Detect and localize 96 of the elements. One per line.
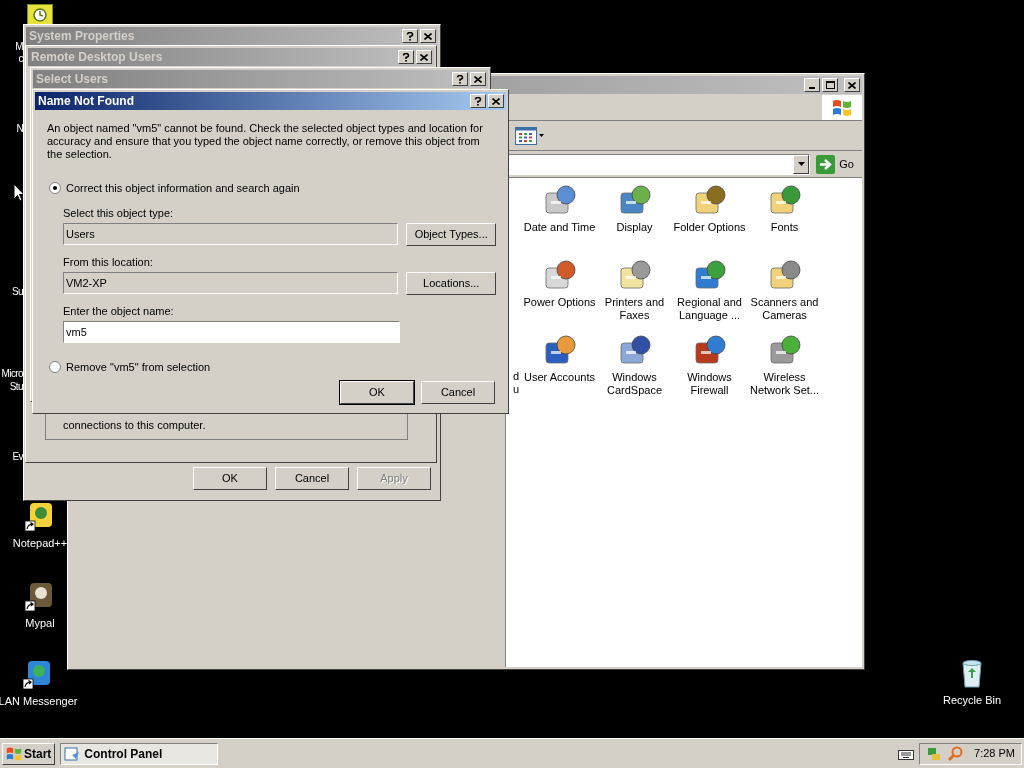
applet-item[interactable]: Scanners and Cameras (747, 258, 822, 333)
help-icon[interactable] (470, 94, 486, 108)
message-text: An object named "vm5" cannot be found. Check the selected object types and location for accuracy and ensure that you typed the object name correctly, or remove this object from the selection. (47, 122, 484, 161)
applet-icon (617, 183, 652, 217)
close-icon[interactable] (488, 94, 504, 108)
dropdown-icon[interactable] (793, 154, 810, 174)
windows-logo-icon (6, 745, 22, 762)
item-label: Windows Firewall (686, 371, 733, 397)
applet-item[interactable]: Display (597, 183, 672, 258)
item-label: Power Options (522, 296, 597, 309)
maximize-icon[interactable] (822, 78, 838, 92)
applet-icon (617, 258, 652, 292)
applet-icon (767, 183, 802, 217)
grid-view-icon (515, 126, 537, 145)
field-label: Select this object type: (63, 206, 175, 220)
close-icon[interactable] (416, 50, 432, 64)
minimize-icon[interactable] (804, 78, 820, 92)
applet-item[interactable]: User Accounts (522, 333, 597, 408)
dialog-button[interactable]: Locations... (406, 271, 496, 295)
desktop-icon-label: N (16, 122, 23, 136)
text-field[interactable]: Users (63, 223, 399, 245)
applet-icon (542, 183, 577, 217)
applet-icon (692, 183, 727, 217)
radio-label[interactable]: Remove "vm5" from selection (66, 358, 211, 375)
close-icon[interactable] (420, 29, 436, 43)
dialog-button[interactable]: OK (193, 467, 267, 490)
applet-icon (542, 333, 577, 367)
views-button[interactable] (515, 126, 544, 145)
applet-icon (617, 333, 652, 367)
item-label: Fonts (769, 221, 800, 234)
radio-button[interactable] (49, 182, 61, 195)
desktop-icon-label: M (15, 40, 23, 54)
desktop-icon-label: Su (11, 285, 23, 299)
desktop-icon-label: Micro (1, 367, 23, 381)
applet-item[interactable]: Wireless Network Set... (747, 333, 822, 408)
item-label: u (512, 383, 519, 396)
item-label: User Accounts (523, 371, 596, 384)
dialog-button[interactable]: Cancel (275, 467, 349, 490)
applet-item[interactable]: Date and Time (522, 183, 597, 258)
applet-item[interactable]: Fonts (747, 183, 822, 258)
applet-item[interactable]: Regional and Language ... (672, 258, 747, 333)
window-icon (64, 745, 81, 762)
item-label: Printers and Faxes (603, 296, 666, 322)
taskbar-button[interactable]: Control Panel (60, 742, 219, 765)
applet-item[interactable]: Windows CardSpace (597, 333, 672, 408)
item-label: Folder Options (672, 221, 747, 234)
dialog-button[interactable]: Object Types... (406, 222, 496, 246)
item-label: Windows CardSpace (605, 371, 663, 397)
applet-item[interactable]: Folder Options (672, 183, 747, 258)
close-icon[interactable] (844, 78, 860, 92)
windows-logo-icon (832, 97, 852, 118)
dialog-button[interactable]: Cancel (421, 381, 495, 404)
desktop-icon-label[interactable]: Mypal (25, 615, 55, 632)
radio-button[interactable] (49, 360, 61, 373)
applet-item[interactable]: Windows Firewall (672, 333, 747, 408)
caret-icon (539, 134, 544, 137)
window-title: System Properties (29, 28, 135, 45)
applet-icon (767, 258, 802, 292)
item-label: Wireless Network Set... (748, 371, 821, 397)
desktop-icon-label: Stu (9, 380, 23, 394)
applet-icon (542, 258, 577, 292)
close-icon[interactable] (470, 72, 486, 86)
applet-item[interactable]: Printers and Faxes (597, 258, 672, 333)
group-text: connections to this computer. (63, 417, 206, 433)
field-label: Enter the object name: (63, 304, 175, 318)
desktop-icon-label[interactable]: Recycle Bin (942, 692, 1002, 709)
start-button[interactable]: Start (2, 742, 56, 765)
item-label: Display (615, 221, 654, 234)
window-title: Name Not Found (38, 93, 134, 110)
go-button[interactable]: Go (814, 154, 856, 174)
applet-icon (767, 333, 802, 367)
desktop-icon-label: Ev (12, 450, 23, 464)
window-title: Select Users (36, 71, 109, 88)
applet-item[interactable]: Power Options (522, 258, 597, 333)
keyboard-icon[interactable] (898, 747, 915, 760)
applet-icon (692, 258, 727, 292)
help-icon[interactable] (402, 29, 418, 43)
help-icon[interactable] (452, 72, 468, 86)
desktop-icon-label[interactable]: Notepad++ (12, 535, 68, 552)
item-label: Scanners and Cameras (749, 296, 820, 322)
desktop-icon-label: c (18, 52, 23, 66)
clock-text: 7:28 PM (974, 746, 1015, 762)
item-label: d (512, 370, 519, 383)
item-label: Date and Time (522, 221, 597, 234)
field-label: From this location: (63, 255, 154, 269)
text-field[interactable]: vm5 (63, 320, 400, 343)
dialog-button[interactable]: OK (340, 381, 414, 404)
help-icon[interactable] (398, 50, 414, 64)
applet-icon (692, 333, 727, 367)
text-field[interactable]: VM2-XP (63, 272, 399, 294)
desktop-icon-top[interactable] (27, 4, 53, 26)
radio-label[interactable]: Correct this object information and search again (66, 180, 300, 197)
desktop-icon-label[interactable]: LAN Messenger (0, 693, 78, 710)
clock-icon (33, 8, 47, 22)
window-title: Remote Desktop Users (31, 49, 163, 66)
item-label: Regional and Language ... (676, 296, 743, 322)
